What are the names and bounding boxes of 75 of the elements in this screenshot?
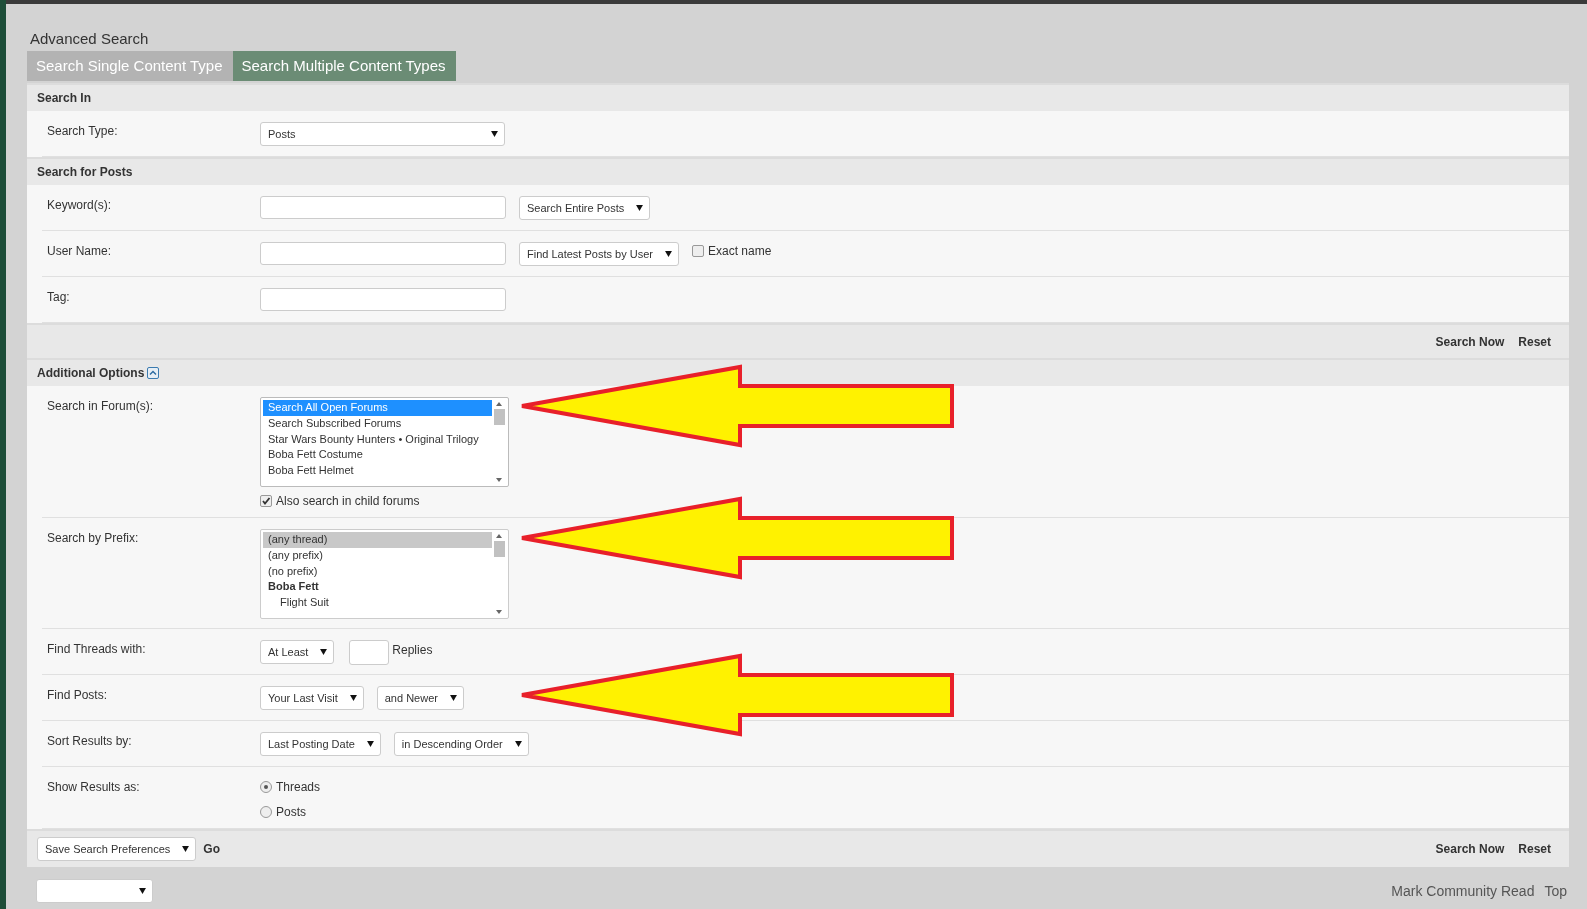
dropdown[interactable] <box>36 879 153 903</box>
field-label: Find Posts: <box>46 687 109 704</box>
checkbox[interactable] <box>691 245 704 257</box>
text-field[interactable] <box>260 288 506 311</box>
caret-icon <box>491 131 498 137</box>
field-label: Tag: <box>46 289 71 306</box>
list-option[interactable]: Search Subscribed Forums <box>263 415 492 432</box>
caret-icon <box>664 251 672 257</box>
scrollbar[interactable] <box>492 532 506 616</box>
list-option[interactable]: (no prefix) <box>263 563 492 580</box>
form-button[interactable]: Search Now <box>1435 842 1505 856</box>
dropdown[interactable]: Search Entire Posts <box>519 196 651 220</box>
field-label: Keyword(s): <box>46 197 112 214</box>
dropdown[interactable]: Find Latest Posts by User <box>519 242 679 266</box>
list-option[interactable]: Boba Fett Costume <box>263 447 492 464</box>
dropdown[interactable]: Save Search Preferences <box>37 837 197 861</box>
scroll-thumb[interactable] <box>493 541 505 557</box>
number-field[interactable] <box>349 640 390 665</box>
list-box[interactable]: Search All Open Forums Search Subscribed Forums Star Wars Bounty Hunters • Original Trilogy Boba Fett Costume Boba Fett Helmet <box>260 397 509 487</box>
caret-icon <box>636 205 644 211</box>
scroll-down-icon[interactable] <box>496 478 502 482</box>
section-title: Additional Options <box>37 366 145 380</box>
footer-link[interactable]: Mark Community Read <box>1391 883 1535 899</box>
field-label: Show Results as: <box>46 779 141 796</box>
go-button[interactable]: Go <box>203 842 221 856</box>
dropdown[interactable]: At Least <box>260 640 335 664</box>
caret-icon <box>320 649 328 655</box>
radio-button[interactable] <box>260 781 272 793</box>
field-note: Replies <box>392 642 433 657</box>
dropdown[interactable]: Last Posting Date <box>260 732 381 756</box>
radio-label: Threads <box>276 780 321 794</box>
list-option[interactable]: Star Wars Bounty Hunters • Original Trilogy <box>263 431 492 448</box>
caret-icon <box>366 741 374 747</box>
page-title: Advanced Search <box>29 29 150 49</box>
list-option[interactable]: (any prefix) <box>263 547 492 564</box>
section-title: Search for Posts <box>37 165 133 179</box>
text-field[interactable] <box>260 196 506 219</box>
section-title: Search In <box>37 91 92 105</box>
text-field[interactable] <box>260 242 506 265</box>
form-button[interactable]: Reset <box>1518 334 1551 349</box>
list-option[interactable]: Boba Fett Helmet <box>263 463 492 479</box>
field-label: Find Threads with: <box>46 641 147 658</box>
dropdown[interactable]: Your Last Visit <box>260 686 364 710</box>
tab[interactable]: Search Multiple Content Types <box>232 51 456 81</box>
collapse-icon[interactable] <box>147 367 160 379</box>
caret-icon <box>514 741 522 747</box>
dropdown[interactable]: Posts <box>260 122 505 146</box>
field-label: Search in Forum(s): <box>46 398 155 415</box>
checkbox[interactable] <box>260 495 272 507</box>
checkbox-label: Also search in child forums <box>276 494 420 508</box>
dropdown[interactable]: in Descending Order <box>393 732 529 756</box>
radio-label: Posts <box>276 805 306 819</box>
list-option[interactable]: Flight Suit <box>263 595 492 611</box>
radio-button[interactable] <box>260 806 272 818</box>
list-option[interactable]: Boba Fett <box>263 579 492 596</box>
field-label: Search Type: <box>46 123 119 140</box>
scrollbar[interactable] <box>492 400 506 484</box>
caret-icon <box>349 695 357 701</box>
form-button[interactable]: Search Now <box>1435 334 1505 349</box>
field-label: Search by Prefix: <box>46 530 140 547</box>
scroll-thumb[interactable] <box>493 409 505 425</box>
scroll-up-icon[interactable] <box>496 534 502 538</box>
list-box[interactable]: (any thread) (any prefix) (no prefix) Boba Fett Flight Suit <box>260 529 509 619</box>
list-option[interactable]: (any thread) <box>263 532 492 548</box>
caret-icon <box>449 695 457 701</box>
caret-icon <box>139 888 146 894</box>
checkbox-label: Exact name <box>707 244 772 258</box>
caret-icon <box>182 846 190 852</box>
field-label: Sort Results by: <box>46 733 133 750</box>
scroll-up-icon[interactable] <box>496 402 502 406</box>
scroll-down-icon[interactable] <box>496 610 502 614</box>
form-button[interactable]: Reset <box>1518 842 1551 856</box>
footer-link[interactable]: Top <box>1544 883 1567 899</box>
dropdown[interactable]: and Newer <box>376 686 464 710</box>
field-label: User Name: <box>46 243 112 260</box>
